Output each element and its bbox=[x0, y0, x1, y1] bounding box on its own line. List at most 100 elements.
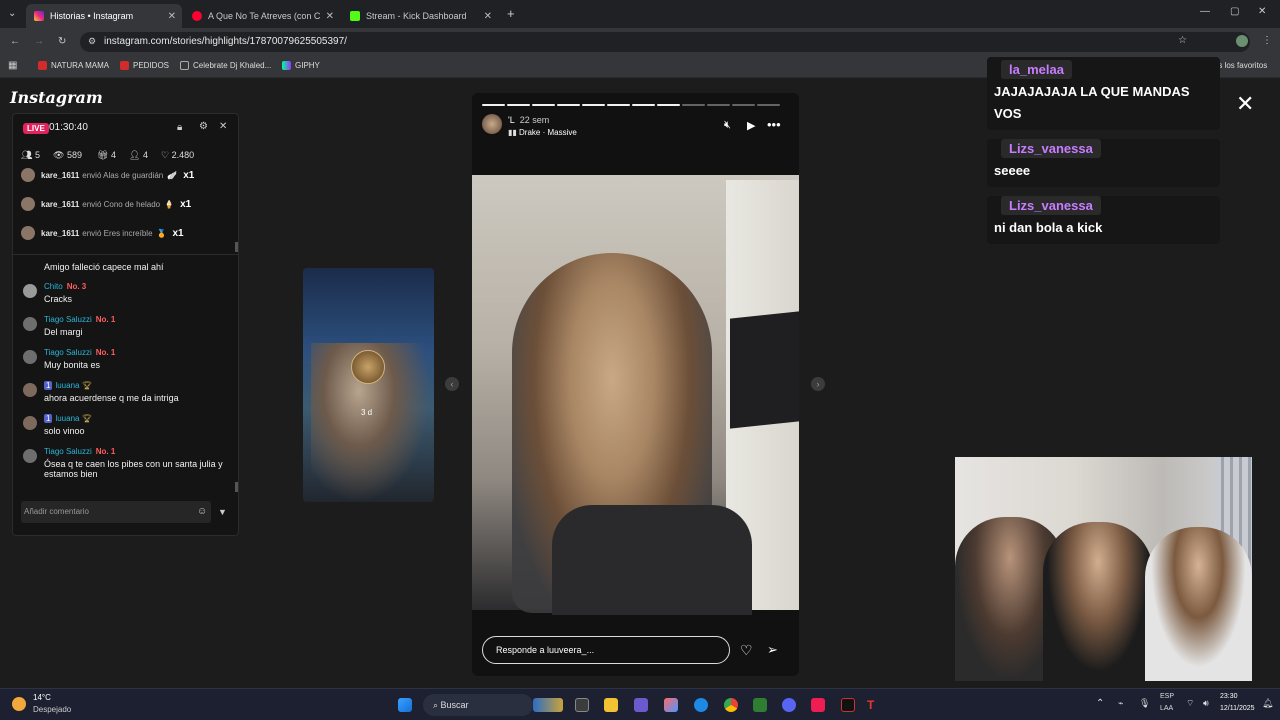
author-name: Tiago Saluzzi bbox=[44, 348, 92, 357]
notifications-bell-icon[interactable]: 🔔︎ bbox=[1262, 698, 1273, 709]
file-explorer-icon[interactable] bbox=[604, 698, 618, 712]
story-username[interactable]: 'L 22 sem bbox=[508, 115, 549, 125]
scrollbar[interactable] bbox=[235, 482, 238, 492]
discord-icon[interactable] bbox=[782, 698, 796, 712]
forward-icon[interactable]: → bbox=[34, 36, 44, 47]
reload-icon[interactable]: ↻ bbox=[58, 36, 66, 47]
bookmark-giphy[interactable]: GIPHY bbox=[282, 61, 320, 70]
avatar bbox=[23, 416, 37, 430]
previous-story-arrow-icon[interactable]: ‹ bbox=[445, 377, 459, 391]
taskbar-search[interactable]: ⌕ Buscar bbox=[423, 694, 533, 716]
tiktok-icon[interactable] bbox=[811, 698, 825, 712]
address-bar[interactable]: instagram.com/stories/highlights/1787007… bbox=[80, 32, 1250, 52]
maximize-button[interactable]: ▢ bbox=[1230, 6, 1239, 17]
story-avatar[interactable] bbox=[482, 114, 502, 134]
webcam-feed bbox=[955, 457, 1252, 681]
award-gift-icon: 🏅 bbox=[156, 228, 167, 238]
back-icon[interactable]: ← bbox=[10, 36, 20, 47]
story-progress-segment bbox=[757, 104, 780, 106]
story-progress-segment bbox=[607, 104, 630, 106]
tab-title: A Que No Te Atreves (con C bbox=[208, 11, 321, 21]
tv-screen bbox=[730, 311, 799, 429]
microphone-icon[interactable]: 🎙︎ bbox=[1139, 698, 1150, 709]
stat-value: 5 bbox=[34, 150, 40, 160]
close-story-icon[interactable]: ✕ bbox=[1236, 93, 1254, 115]
author-name: luuana bbox=[55, 414, 80, 423]
instagram-logo[interactable]: Instagram bbox=[10, 88, 103, 107]
gift-text: envió Alas de guardián bbox=[82, 170, 164, 180]
close-icon[interactable]: ✕ bbox=[326, 11, 334, 22]
bookmark-pedidos[interactable]: PEDIDOS bbox=[120, 61, 169, 70]
clock-date[interactable]: 12/11/2025 bbox=[1220, 705, 1255, 712]
message-text: Amigo falleció capece mal ahí bbox=[44, 262, 164, 272]
next-story-arrow-icon[interactable]: › bbox=[811, 377, 825, 391]
person-middle bbox=[1043, 522, 1153, 681]
lock-icon[interactable]: 🔒︎ bbox=[177, 122, 182, 133]
excel-icon[interactable] bbox=[753, 698, 767, 712]
send-icon[interactable]: ➢ bbox=[767, 642, 778, 658]
weather-sun-icon[interactable] bbox=[12, 697, 26, 711]
language-code[interactable]: ESP bbox=[1160, 693, 1174, 700]
story-progress-segment bbox=[657, 104, 680, 106]
close-icon[interactable]: ✕ bbox=[484, 11, 492, 22]
page-icon bbox=[180, 61, 189, 70]
bookmark-khaled[interactable]: Celebrate Dj Khaled... bbox=[180, 61, 271, 70]
chat-message: Amigo falleció capece mal ahí bbox=[21, 262, 231, 274]
task-view-icon[interactable] bbox=[575, 698, 589, 712]
widgets-icon[interactable] bbox=[533, 698, 563, 712]
app-t-icon[interactable]: T bbox=[867, 698, 881, 712]
reply-placeholder: Responde a luuveera_... bbox=[496, 645, 595, 655]
filter-icon[interactable]: ▼ bbox=[218, 507, 227, 517]
tray-chevron-icon[interactable]: ⌃ bbox=[1096, 698, 1104, 709]
story-progress-segment bbox=[582, 104, 605, 106]
bookmark-natura[interactable]: NATURA MAMA bbox=[38, 61, 109, 70]
emoji-icon[interactable]: ☺ bbox=[197, 506, 207, 517]
bookmark-star-icon[interactable]: ☆ bbox=[1178, 35, 1187, 46]
play-icon[interactable]: ▶ bbox=[747, 119, 755, 132]
story-photo bbox=[472, 175, 799, 615]
teams-icon[interactable] bbox=[634, 698, 648, 712]
mute-icon[interactable]: 🔇︎ bbox=[724, 119, 731, 132]
story-reply-input[interactable]: Responde a luuveera_... bbox=[482, 636, 730, 664]
comment-input[interactable]: Añadir comentario bbox=[21, 501, 211, 523]
more-options-icon[interactable]: ••• bbox=[767, 117, 781, 132]
apps-grid-icon[interactable]: ▦ bbox=[8, 60, 17, 71]
like-heart-icon[interactable]: ♡ bbox=[740, 642, 753, 659]
story-progress-segment bbox=[532, 104, 555, 106]
wifi-icon[interactable]: ⌔ bbox=[1186, 698, 1194, 709]
edge-icon[interactable] bbox=[694, 698, 708, 712]
tray-app-icon[interactable]: ⌁ bbox=[1118, 698, 1123, 709]
clock-time[interactable]: 23:30 bbox=[1220, 693, 1238, 700]
search-label: Buscar bbox=[440, 700, 469, 710]
tab-youtube[interactable]: A Que No Te Atreves (con C ✕ bbox=[184, 4, 340, 28]
minimize-button[interactable]: — bbox=[1200, 6, 1210, 17]
close-icon[interactable]: ✕ bbox=[168, 11, 176, 22]
tab-search-icon[interactable]: ⌄ bbox=[8, 8, 16, 19]
viewers-stat: 👥︎ 5 bbox=[21, 150, 40, 160]
settings-icon[interactable]: ⚙ bbox=[199, 121, 208, 132]
tab-kick[interactable]: Stream - Kick Dashboard ✕ bbox=[342, 4, 498, 28]
volume-icon[interactable]: 🔊︎ bbox=[1203, 698, 1209, 709]
message-text: Muy bonita es bbox=[44, 360, 101, 370]
windows-start-icon[interactable] bbox=[398, 698, 412, 712]
ice-cream-gift-icon: 🍦 bbox=[164, 199, 175, 209]
message-author: 1 luuana 🏆︎ bbox=[44, 414, 92, 423]
browser-tab-bar: ⌄ Historias • Instagram ✕ A Que No Te At… bbox=[0, 0, 1280, 28]
scrollbar[interactable] bbox=[235, 242, 238, 252]
close-icon[interactable]: ✕ bbox=[219, 121, 227, 132]
story-progress-segment bbox=[682, 104, 705, 106]
keyboard-layout[interactable]: LAA bbox=[1160, 705, 1173, 712]
previous-story-preview[interactable]: 3 d bbox=[303, 268, 434, 502]
chrome-icon[interactable] bbox=[724, 698, 738, 712]
divider bbox=[13, 254, 238, 255]
menu-icon[interactable]: ⋮ bbox=[1262, 35, 1272, 46]
app-icon[interactable] bbox=[841, 698, 855, 712]
new-tab-button[interactable]: + bbox=[507, 6, 515, 21]
site-info-icon[interactable]: ⚙ bbox=[88, 36, 96, 47]
story-music[interactable]: ▮▮ Drake · Massive bbox=[508, 128, 577, 137]
tab-instagram[interactable]: Historias • Instagram ✕ bbox=[26, 4, 182, 28]
close-window-button[interactable]: ✕ bbox=[1258, 6, 1266, 17]
gift-count: x1 bbox=[183, 169, 195, 181]
profile-avatar[interactable] bbox=[1236, 35, 1248, 47]
copilot-icon[interactable] bbox=[664, 698, 678, 712]
